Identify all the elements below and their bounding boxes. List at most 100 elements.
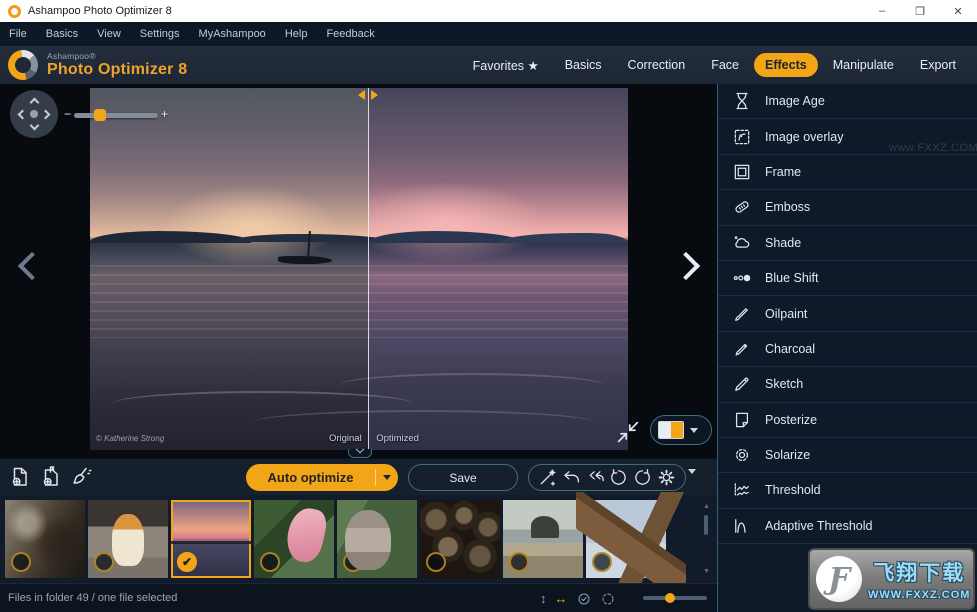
bottom-panel-handle[interactable]	[348, 449, 372, 458]
adaptive-threshold-curve-icon	[732, 516, 752, 536]
tab-export[interactable]: Export	[909, 53, 967, 77]
thumbnail-checkbox[interactable]	[426, 552, 446, 572]
scrollbar-thumb[interactable]	[704, 515, 708, 535]
tab-favorites[interactable]: Favorites ★	[462, 53, 550, 78]
thumbnail-checkbox[interactable]	[592, 552, 612, 572]
zoom-track[interactable]	[74, 113, 158, 118]
effect-item-solarize[interactable]: Solarize	[718, 438, 977, 473]
auto-optimize-button[interactable]: Auto optimize	[246, 464, 398, 491]
zoom-out-icon[interactable]: −	[64, 107, 71, 121]
pan-up-icon[interactable]	[29, 98, 39, 108]
thumbnail-beach-rock[interactable]	[503, 500, 583, 578]
tool-group-dropdown[interactable]	[688, 469, 696, 474]
thumbnail-scrollbar[interactable]: ▲ ▼	[701, 503, 711, 575]
tab-basics[interactable]: Basics	[554, 53, 613, 77]
thumbnail-size-slider[interactable]	[643, 596, 707, 600]
effect-item-emboss[interactable]: Emboss	[718, 190, 977, 225]
pan-control[interactable]	[10, 90, 58, 138]
site-watermark: Ƒ 飞翔下载 WWW.FXXZ.COM	[808, 548, 975, 610]
rotate-right-button[interactable]	[632, 467, 654, 489]
scroll-down-icon[interactable]: ▼	[703, 568, 710, 575]
gear-icon	[656, 467, 677, 488]
undo-all-button[interactable]	[584, 467, 606, 489]
effect-item-oilpaint[interactable]: Oilpaint	[718, 296, 977, 331]
save-button[interactable]: Save	[408, 464, 518, 491]
pan-center-icon[interactable]	[30, 110, 38, 118]
thumbnail-tree-bird[interactable]	[586, 500, 666, 578]
slider-handle[interactable]	[665, 593, 675, 603]
menu-view[interactable]: View	[97, 28, 121, 40]
thumbnail-checkbox-checked[interactable]: ✔	[177, 552, 197, 572]
maximize-button[interactable]: ❐	[901, 0, 939, 22]
zoom-handle[interactable]	[94, 109, 106, 121]
menu-feedback[interactable]: Feedback	[326, 28, 374, 40]
effect-item-adaptive-threshold[interactable]: Adaptive Threshold	[718, 509, 977, 544]
thumbnail-pink-spoonbill[interactable]	[254, 500, 334, 578]
rotate-ccw-icon	[608, 467, 629, 488]
add-image-alt-button[interactable]	[38, 464, 64, 490]
tab-effects[interactable]: Effects	[754, 53, 818, 77]
effect-item-posterize[interactable]: Posterize	[718, 403, 977, 438]
menu-file[interactable]: File	[9, 28, 27, 40]
menu-myashampoo[interactable]: MyAshampoo	[199, 28, 266, 40]
auto-optimize-dropdown[interactable]	[376, 475, 398, 480]
effect-item-blue-shift[interactable]: Blue Shift	[718, 261, 977, 296]
watermark-site-url: WWW.FXXZ.COM	[868, 589, 970, 601]
faint-watermark-text: www.FXXZ.COM	[889, 142, 977, 154]
effect-item-image-age[interactable]: Image Age	[718, 84, 977, 119]
tab-correction[interactable]: Correction	[617, 53, 697, 77]
zoom-slider[interactable]: − +	[64, 108, 168, 122]
effect-item-sketch[interactable]: Sketch	[718, 367, 977, 402]
brand: Ashampoo® Photo Optimizer 8	[0, 50, 187, 80]
collapse-view-button[interactable]	[614, 418, 642, 446]
effect-item-threshold[interactable]: Threshold	[718, 473, 977, 508]
thumbnail-cat[interactable]	[88, 500, 168, 578]
zoom-in-icon[interactable]: +	[161, 107, 168, 121]
compare-split-line[interactable]	[368, 88, 369, 450]
magic-wand-button[interactable]	[537, 467, 559, 489]
charcoal-pencil-icon	[732, 339, 752, 359]
chevron-down-icon[interactable]	[690, 428, 698, 433]
photo-compare-view[interactable]: © Katherine Strong Original Optimized	[90, 88, 628, 450]
scroll-up-icon[interactable]: ▲	[703, 503, 710, 510]
compare-view-toggle[interactable]	[650, 415, 712, 445]
thumbnail-checkbox[interactable]	[343, 552, 363, 572]
thumbnail-strip: ✔	[0, 495, 717, 583]
menu-settings[interactable]: Settings	[140, 28, 180, 40]
pan-left-icon[interactable]	[18, 109, 28, 119]
thumbnail-checkbox[interactable]	[11, 552, 31, 572]
menu-help[interactable]: Help	[285, 28, 308, 40]
optimized-label: Optimized	[376, 433, 419, 444]
circle-check-icon[interactable]	[576, 591, 592, 607]
thumbnail-checkbox[interactable]	[94, 552, 114, 572]
menu-basics[interactable]: Basics	[46, 28, 78, 40]
settings-button[interactable]	[655, 467, 677, 489]
thumbnail-clay-pots[interactable]	[420, 500, 500, 578]
thumbnail-checkbox[interactable]	[509, 552, 529, 572]
thumbnail-checkbox[interactable]	[260, 552, 280, 572]
effect-item-frame[interactable]: Frame	[718, 155, 977, 190]
pan-down-icon[interactable]	[29, 121, 39, 131]
fit-width-icon[interactable]: ↔	[555, 591, 568, 606]
thumbnail-monkey[interactable]	[337, 500, 417, 578]
effect-item-charcoal[interactable]: Charcoal	[718, 332, 977, 367]
fit-height-icon[interactable]: ↕	[540, 591, 547, 606]
window-controls: – ❐ ✕	[863, 0, 977, 22]
thumbnail-temple-ruins[interactable]	[5, 500, 85, 578]
clean-button[interactable]	[69, 464, 95, 490]
tab-manipulate[interactable]: Manipulate	[822, 53, 905, 77]
effect-item-shade[interactable]: Shade	[718, 226, 977, 261]
rotate-left-button[interactable]	[608, 467, 630, 489]
add-image-icon	[8, 465, 32, 489]
add-image-button[interactable]	[7, 464, 33, 490]
next-image-button[interactable]	[672, 250, 698, 290]
previous-image-button[interactable]	[18, 250, 44, 290]
undo-button[interactable]	[560, 467, 582, 489]
tab-face[interactable]: Face	[700, 53, 750, 77]
close-button[interactable]: ✕	[939, 0, 977, 22]
dashed-circle-icon[interactable]	[600, 591, 616, 607]
thumbnail-sunset-beach[interactable]: ✔	[171, 500, 251, 578]
pan-right-icon[interactable]	[41, 109, 51, 119]
minimize-button[interactable]: –	[863, 0, 901, 22]
files-status-text: Files in folder 49 / one file selected	[0, 592, 177, 604]
